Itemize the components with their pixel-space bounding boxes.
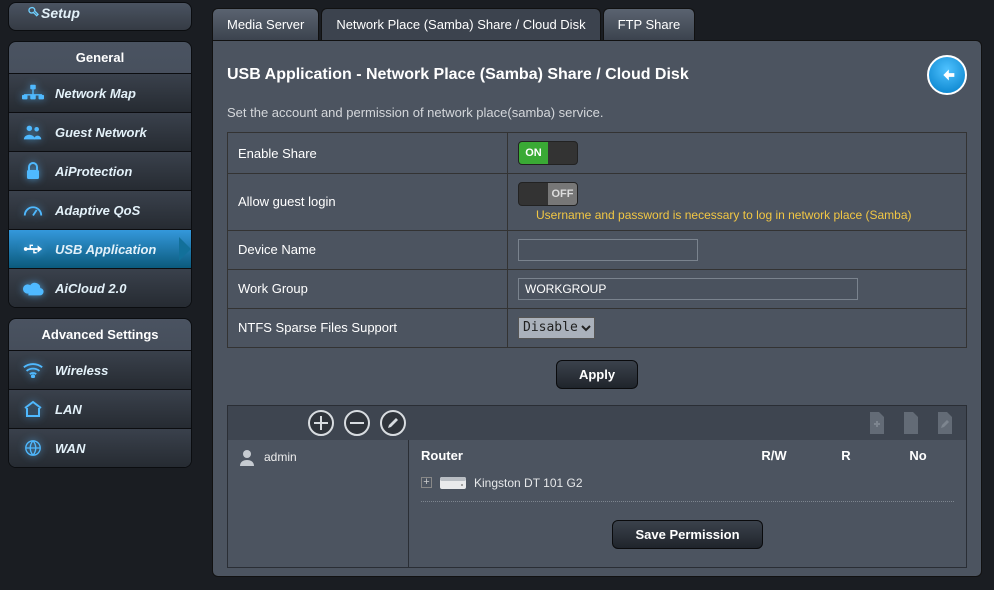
ntfs-select[interactable]: Disable <box>518 317 595 339</box>
page-title: USB Application - Network Place (Samba) … <box>227 66 689 84</box>
save-permission-button[interactable]: Save Permission <box>612 520 762 549</box>
tab-media-server[interactable]: Media Server <box>212 8 319 40</box>
sidebar-item-lan[interactable]: LAN <box>9 389 191 428</box>
col-r: R <box>810 448 882 463</box>
back-arrow-icon <box>936 64 958 86</box>
permissions-toolbar <box>228 406 966 440</box>
toggle-on-label <box>519 183 548 205</box>
user-icon <box>238 448 256 466</box>
document-icon <box>902 412 920 434</box>
globe-icon <box>21 439 45 457</box>
sidebar-item-label: WAN <box>55 441 85 456</box>
document-edit-icon <box>936 412 954 434</box>
back-button[interactable] <box>927 55 967 95</box>
minus-icon <box>350 416 364 430</box>
toggle-off-label <box>548 142 577 164</box>
col-router: Router <box>421 448 738 463</box>
usb-icon <box>21 240 45 258</box>
sidebar-item-label: Adaptive QoS <box>55 203 140 218</box>
separator <box>421 501 954 502</box>
toggle-off-label: OFF <box>548 183 577 205</box>
page-subtitle: Set the account and permission of networ… <box>227 105 967 120</box>
edit-user-button[interactable] <box>380 410 406 436</box>
sidebar-item-label: Guest Network <box>55 125 147 140</box>
advanced-header: Advanced Settings <box>9 319 191 350</box>
lock-icon <box>21 162 45 180</box>
sidebar-item-network-map[interactable]: Network Map <box>9 73 191 112</box>
col-rw: R/W <box>738 448 810 463</box>
plus-icon <box>314 416 328 430</box>
sidebar-item-label: LAN <box>55 402 82 417</box>
sidebar-item-aiprotection[interactable]: AiProtection <box>9 151 191 190</box>
toggle-on-label: ON <box>519 142 548 164</box>
sidebar-item-wan[interactable]: WAN <box>9 428 191 467</box>
device-name-label: Device Name <box>228 230 508 269</box>
settings-panel: USB Application - Network Place (Samba) … <box>212 40 982 577</box>
sidebar-item-usb-application[interactable]: USB Application <box>9 229 191 268</box>
sidebar-item-aicloud[interactable]: AiCloud 2.0 <box>9 268 191 307</box>
tab-ftp[interactable]: FTP Share <box>603 8 696 40</box>
permissions-panel: admin Router R/W R No + Kin <box>227 405 967 568</box>
cloud-icon <box>21 279 45 297</box>
gauge-icon <box>21 201 45 219</box>
general-header: General <box>9 42 191 73</box>
sidebar-item-label: AiCloud 2.0 <box>55 281 127 296</box>
user-list: admin <box>228 440 408 567</box>
expand-icon[interactable]: + <box>421 477 432 488</box>
pencil-icon <box>387 417 399 429</box>
sidebar-item-label: Network Map <box>55 86 136 101</box>
ntfs-label: NTFS Sparse Files Support <box>228 308 508 347</box>
sidebar-item-label: Wireless <box>55 363 108 378</box>
drive-icon <box>440 475 466 491</box>
document-plus-icon <box>868 412 886 434</box>
main-content: Media Server Network Place (Samba) Share… <box>200 0 994 590</box>
sidebar-item-label: USB Application <box>55 242 156 257</box>
sidebar: Setup General Network Map Guest Network <box>0 0 200 590</box>
wrench-icon <box>19 3 41 22</box>
doc-action-3[interactable] <box>934 410 956 436</box>
enable-share-label: Enable Share <box>228 133 508 174</box>
remove-user-button[interactable] <box>344 410 370 436</box>
device-row[interactable]: + Kingston DT 101 G2 <box>421 471 954 497</box>
user-row[interactable]: admin <box>238 448 398 466</box>
allow-guest-toggle[interactable]: OFF <box>518 182 578 206</box>
device-name-input[interactable] <box>518 239 698 261</box>
apply-button[interactable]: Apply <box>556 360 638 389</box>
settings-table: Enable Share ON Allow guest login OFF <box>227 132 967 348</box>
allow-guest-label: Allow guest login <box>228 174 508 231</box>
work-group-label: Work Group <box>228 269 508 308</box>
sidebar-item-setup[interactable]: Setup <box>9 3 191 30</box>
home-icon <box>21 400 45 418</box>
allow-guest-hint: Username and password is necessary to lo… <box>536 208 912 222</box>
device-name: Kingston DT 101 G2 <box>474 476 583 490</box>
tab-samba[interactable]: Network Place (Samba) Share / Cloud Disk <box>321 8 600 40</box>
people-icon <box>21 123 45 141</box>
enable-share-toggle[interactable]: ON <box>518 141 578 165</box>
sidebar-item-label: AiProtection <box>55 164 132 179</box>
col-no: No <box>882 448 954 463</box>
permissions-header: Router R/W R No <box>421 448 954 463</box>
network-icon <box>21 84 45 102</box>
setup-label: Setup <box>41 5 80 21</box>
tabs: Media Server Network Place (Samba) Share… <box>212 8 982 40</box>
wifi-icon <box>21 361 45 379</box>
work-group-input[interactable] <box>518 278 858 300</box>
doc-action-1[interactable] <box>866 410 888 436</box>
sidebar-item-guest-network[interactable]: Guest Network <box>9 112 191 151</box>
add-user-button[interactable] <box>308 410 334 436</box>
sidebar-item-wireless[interactable]: Wireless <box>9 350 191 389</box>
sidebar-item-adaptive-qos[interactable]: Adaptive QoS <box>9 190 191 229</box>
user-name: admin <box>264 450 297 464</box>
doc-action-2[interactable] <box>900 410 922 436</box>
